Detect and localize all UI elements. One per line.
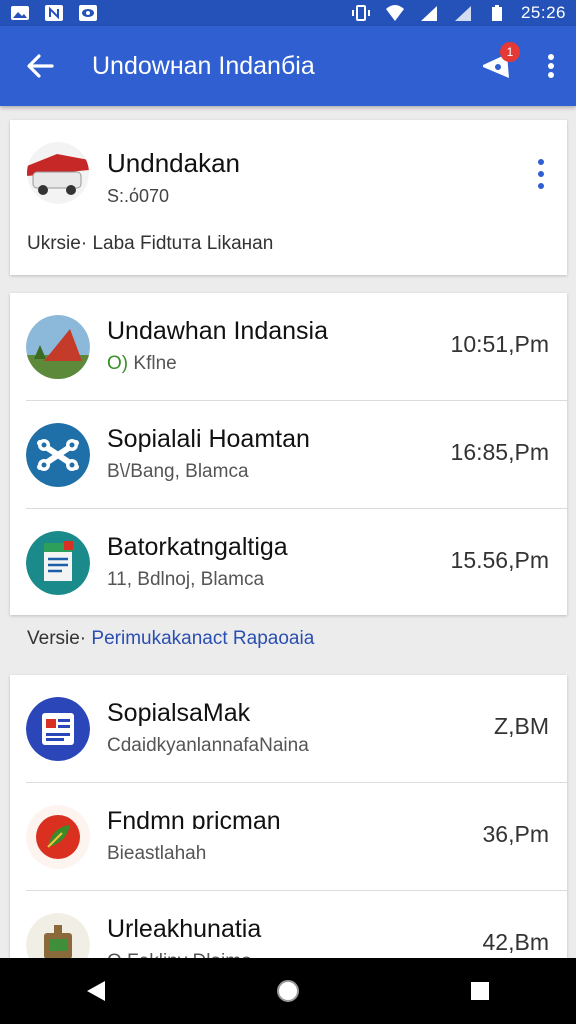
status-bar: 25:26 (0, 0, 576, 26)
list-item-title: Batorkatngaltiga (107, 533, 288, 561)
list-item-time: 16:85,Pm (450, 439, 549, 465)
status-time: 25:26 (520, 3, 566, 22)
eye-icon (79, 5, 97, 21)
profile-subtitle: S:.ό070 (107, 186, 170, 206)
more-vert-icon (548, 54, 554, 78)
profile-menu-button[interactable] (529, 156, 553, 192)
list-item[interactable]: SopialsaMak CdaidkyanlannafaNaina Z,BM (10, 675, 567, 783)
profile-description: Ukrsie· Laba Fidtuтa Likaнan (27, 233, 274, 254)
list-item[interactable]: Fndmn ɒricman Bieastlahah 36,Pm (10, 783, 567, 891)
profile-card[interactable]: Undndakan S:.ό070 Ukrsie· Laba Fidtuтa L… (10, 120, 567, 275)
tent-avatar-icon (26, 315, 90, 379)
notification-badge: 1 (500, 42, 520, 62)
list-item[interactable]: Sopialali Hoamtan B\/Bang, Blamca 16:85,… (10, 401, 567, 509)
list-item-title: Undawhan Indansia (107, 317, 328, 345)
nav-recents-button[interactable] (450, 961, 510, 1021)
square-recents-icon (471, 982, 489, 1000)
list-item-subtitle: CdaidkyanlannafaNaina (107, 735, 309, 756)
more-vert-icon (538, 159, 544, 189)
leaf-avatar-icon (26, 805, 90, 869)
nfc-icon (45, 5, 63, 21)
list-item-subtitle: Bieastlahah (107, 843, 207, 864)
triangle-back-icon (87, 981, 105, 1001)
status-bar-right: 25:26 (351, 3, 566, 23)
chat-list-card: Undawhan Indansia O) Kflne 10:51,Pm Sopi… (10, 293, 567, 615)
back-button[interactable] (0, 26, 80, 106)
list-item-subtitle: 11, Bdlnoj, Blamca (107, 569, 265, 590)
system-nav-bar (0, 958, 576, 1024)
notifications-button[interactable]: 1 (470, 26, 526, 106)
list-item-subtitle: B\/Bang, Blamca (107, 461, 249, 482)
list-item-title: Urleakhunatia (107, 915, 262, 943)
list-item-subtitle: O) Kflne (107, 353, 177, 375)
list-item-time: 36,Pm (482, 821, 549, 847)
online-indicator: O) (107, 353, 129, 374)
nav-back-button[interactable] (66, 961, 126, 1021)
section-label: Versie· Perimukakanact Rapaoaia (27, 628, 314, 650)
list-item-title: Fndmn ɒricman (107, 807, 281, 835)
section-label-prefix: Versie· (27, 628, 87, 649)
wifi-icon (385, 5, 404, 21)
signal-icon (420, 6, 437, 21)
profile-avatar[interactable] (27, 142, 89, 204)
profile-name: Undndakan (107, 148, 240, 178)
vibrate-icon (351, 5, 370, 21)
list-item-title: Sopialali Hoamtan (107, 425, 310, 453)
document-avatar-icon (26, 531, 90, 595)
app-title: Undowнan Indanбia (92, 51, 315, 80)
list-item[interactable]: Undawhan Indansia O) Kflne 10:51,Pm (10, 293, 567, 401)
battery-icon (491, 5, 502, 21)
tools-avatar-icon (26, 423, 90, 487)
list-item-status: Kflne (133, 353, 177, 374)
nav-home-button[interactable] (258, 961, 318, 1021)
circle-home-icon (277, 980, 299, 1002)
list-item-size: Z,BM (494, 713, 549, 739)
status-bar-left (10, 4, 98, 22)
id-card-avatar-icon (26, 697, 90, 761)
list-item-title: SopialsaMak (107, 699, 251, 727)
car-image-icon (27, 142, 89, 204)
arrow-back-icon (27, 54, 54, 78)
list-item-time: 10:51,Pm (450, 331, 549, 357)
list-item[interactable]: Batorkatngaltiga 11, Bdlnoj, Blamca 15.5… (10, 509, 567, 617)
image-icon (11, 6, 29, 20)
list-item-time: 15.56,Pm (450, 547, 549, 573)
signal-icon (454, 6, 471, 21)
app-bar: Undowнan Indanбia 1 (0, 26, 576, 106)
app-list-card: SopialsaMak CdaidkyanlannafaNaina Z,BM F… (10, 675, 567, 977)
overflow-menu-button[interactable] (526, 26, 576, 106)
list-item-time: 42,Bm (482, 929, 549, 955)
section-label-link[interactable]: Perimukakanact Rapaoaia (91, 628, 314, 649)
